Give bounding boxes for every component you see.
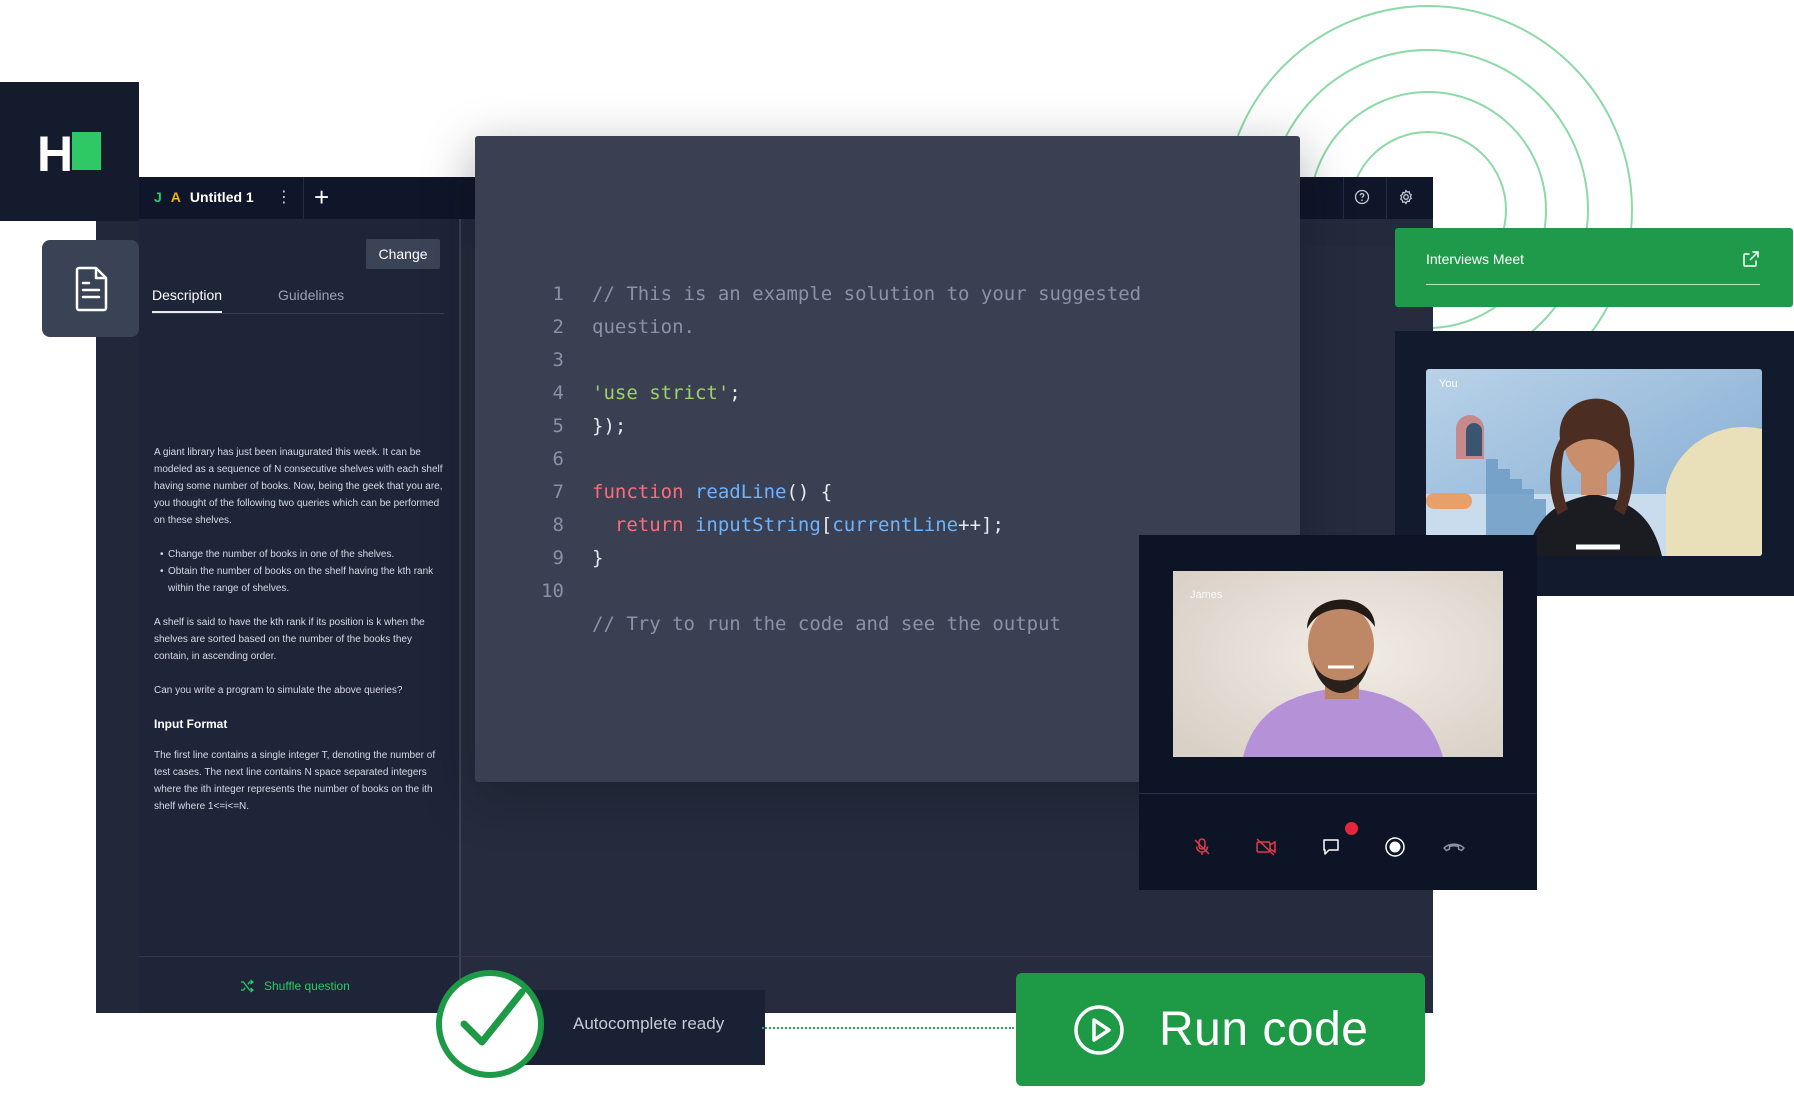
- tab-menu-icon[interactable]: ⋮: [276, 187, 292, 207]
- meet-title: Interviews Meet: [1426, 251, 1525, 267]
- code-keyword: return: [614, 514, 684, 536]
- code-line: 6: [530, 443, 1290, 476]
- logo-mark: H: [37, 126, 101, 182]
- document-icon: [75, 266, 108, 312]
- code-text: ;: [729, 382, 741, 404]
- shuffle-label: Shuffle question: [264, 979, 350, 993]
- code-identifier: currentLine: [832, 514, 959, 536]
- shuffle-question-button[interactable]: Shuffle question: [240, 979, 350, 993]
- participant-avatar-image: [1173, 571, 1503, 757]
- line-number: 5: [552, 415, 564, 437]
- panel-splitter[interactable]: [459, 219, 461, 1013]
- line-number: 3: [552, 349, 564, 371]
- help-icon[interactable]: [1354, 189, 1370, 205]
- end-call-button[interactable]: [1439, 832, 1469, 862]
- mute-mic-button[interactable]: [1187, 832, 1217, 862]
- code-identifier: inputString: [694, 514, 821, 536]
- code-text: ++];: [958, 514, 1004, 536]
- tab-description[interactable]: Description: [152, 287, 222, 303]
- line-number: 1: [552, 283, 564, 305]
- code-line: 1 // This is an example solution to your …: [530, 278, 1290, 311]
- line-number: [530, 608, 564, 641]
- input-format-heading: Input Format: [154, 717, 228, 731]
- code-line: 3: [530, 344, 1290, 377]
- connector-line: [762, 1027, 1014, 1029]
- code-text: });: [592, 415, 627, 437]
- lang-badge: A: [170, 189, 181, 205]
- code-comment: // This is an example solution to your s…: [592, 283, 1142, 305]
- tab-guidelines[interactable]: Guidelines: [278, 287, 344, 303]
- code-line: 4 'use strict';: [530, 377, 1290, 410]
- code-string: 'use strict': [592, 382, 730, 404]
- camera-toggle-button[interactable]: [1251, 832, 1281, 862]
- controls-divider: [1139, 793, 1537, 794]
- line-number: 7: [552, 481, 564, 503]
- problem-description: A giant library has just been inaugurate…: [154, 444, 444, 832]
- hang-up-icon: [1443, 843, 1465, 852]
- code-text: [: [820, 514, 833, 536]
- code-text: }: [592, 547, 604, 569]
- mic-off-icon: [1194, 838, 1210, 855]
- line-number: 10: [541, 580, 564, 602]
- record-icon: [1385, 837, 1405, 857]
- list-item: Obtain the number of books on the shelf …: [160, 563, 444, 597]
- list-item: Change the number of books in one of the…: [160, 546, 444, 563]
- change-question-button[interactable]: Change: [366, 239, 440, 269]
- camera-off-icon: [1256, 838, 1276, 856]
- divider: [1343, 177, 1344, 219]
- participant-avatar-image: [1426, 369, 1762, 556]
- run-code-button[interactable]: Run code: [1016, 973, 1425, 1086]
- run-code-label: Run code: [1159, 1003, 1369, 1056]
- line-number: 8: [552, 514, 564, 536]
- video-feed-james: [1173, 571, 1503, 757]
- line-number: 6: [552, 448, 564, 470]
- play-icon: [1074, 1004, 1124, 1055]
- autocomplete-label: Autocomplete ready: [573, 1014, 725, 1033]
- shuffle-icon: [241, 979, 254, 993]
- description-paragraph: Can you write a program to simulate the …: [154, 685, 403, 696]
- external-link-icon[interactable]: [1742, 250, 1760, 268]
- line-number: 4: [552, 382, 564, 404]
- checkmark-icon: [436, 970, 544, 1078]
- code-line: 5});: [530, 410, 1290, 443]
- record-button[interactable]: [1380, 832, 1410, 862]
- code-function: readLine: [694, 481, 787, 503]
- chat-button[interactable]: [1316, 832, 1346, 862]
- divider: [1386, 177, 1387, 219]
- meet-underline: [1426, 284, 1760, 285]
- add-tab-icon[interactable]: +: [314, 182, 329, 212]
- file-tab[interactable]: J A Untitled 1: [154, 189, 254, 205]
- active-tab-indicator: [152, 311, 222, 313]
- tab-divider: [303, 177, 304, 219]
- java-lang-badge: J: [154, 189, 162, 205]
- chat-notification-dot: [1345, 822, 1358, 835]
- code-line: 2 question.: [530, 311, 1290, 344]
- svg-text:H: H: [37, 126, 73, 182]
- code-text: () {: [786, 481, 833, 503]
- code-line: 7 function readLine() {: [530, 476, 1290, 509]
- line-number: 9: [552, 547, 564, 569]
- description-paragraph: A shelf is said to have the kth rank if …: [154, 617, 425, 662]
- description-list: Change the number of books in one of the…: [154, 546, 444, 597]
- code-keyword: function: [592, 481, 684, 503]
- hackerrank-logo: H: [0, 82, 139, 221]
- video-feed-you: [1426, 369, 1762, 556]
- line-number: 2: [552, 316, 564, 338]
- code-comment: // Try to run the code and see the outpu…: [592, 613, 1061, 635]
- interviews-meet-card[interactable]: [1395, 228, 1793, 307]
- participant-name-james: James: [1190, 589, 1223, 601]
- footer-divider: [139, 956, 1433, 957]
- participant-name-you: You: [1439, 378, 1458, 390]
- code-comment: question.: [592, 316, 695, 338]
- file-tab-title: Untitled 1: [189, 189, 254, 205]
- description-paragraph: A giant library has just been inaugurate…: [154, 447, 443, 526]
- description-panel-toggle[interactable]: [42, 240, 139, 337]
- chat-icon: [1323, 839, 1339, 855]
- input-format-text: The first line contains a single integer…: [154, 750, 436, 812]
- gear-icon[interactable]: [1398, 189, 1414, 205]
